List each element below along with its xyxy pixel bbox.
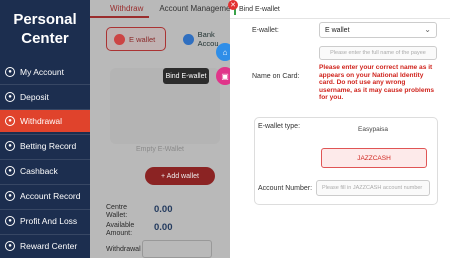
available-amount-label: Available Amount: [106, 222, 134, 238]
bind-ewallet-tooltip: Bind E-wallet [163, 68, 209, 84]
option-easypaisa[interactable]: Easypaisa [358, 126, 388, 133]
divider [0, 84, 90, 85]
divider [230, 18, 450, 19]
profit-loss-icon: ● [5, 216, 15, 226]
balance-label-line1: Centre [106, 204, 128, 211]
sidebar-item-withdrawal[interactable]: ● Withdrawal [0, 110, 90, 132]
bind-ewallet-dialog: Bind E-wallet E-wallet: E wallet ⌄ Name … [230, 0, 450, 258]
centre-wallet-label: Centre Wallet: [106, 204, 127, 220]
tab-bar: Withdraw Account Management [90, 0, 230, 18]
ewallet-button-label: E wallet [129, 34, 156, 44]
withdrawal-amount-input[interactable] [142, 240, 212, 258]
sidebar-item-betting-record[interactable]: ● Betting Record [0, 135, 90, 157]
betting-record-icon: ● [5, 141, 15, 151]
sidebar-title-line1: Personal [13, 11, 77, 28]
balance-label-line2: Wallet: [106, 212, 128, 219]
wallet-icon [114, 33, 125, 45]
ewallet-button[interactable]: E wallet [106, 27, 166, 51]
sidebar-item-label: Betting Record [20, 141, 77, 151]
sidebar: Personal Center ● My Account ● Deposit ●… [0, 0, 90, 258]
sidebar-item-label: Deposit [20, 92, 49, 102]
name-on-card-label: Name on Card: [252, 73, 300, 80]
account-number-input[interactable]: Please fill in JAZZCASH account number [316, 180, 430, 196]
balance-label-line1: Available [106, 222, 135, 229]
empty-wallet-text: Empty E-Wallet [136, 146, 184, 153]
available-amount-value: 0.00 [154, 222, 173, 233]
sidebar-item-label: Reward Center [20, 241, 78, 251]
sidebar-item-label: Withdrawal [20, 116, 63, 126]
sidebar-item-label: My Account [20, 67, 64, 77]
centre-wallet-value: 0.00 [154, 204, 173, 215]
option-jazzcash[interactable]: JAZZCASH [321, 148, 427, 168]
tab-withdraw[interactable]: Withdraw [90, 0, 150, 18]
sidebar-item-deposit[interactable]: ● Deposit [0, 86, 90, 108]
sidebar-item-profit-and-loss[interactable]: ● Profit And Loss [0, 210, 90, 232]
sidebar-item-cashback[interactable]: ● Cashback [0, 160, 90, 182]
sidebar-item-label: Cashback [20, 166, 58, 176]
chevron-down-icon: ⌄ [424, 25, 431, 34]
account-record-icon: ● [5, 191, 15, 201]
user-icon: ● [5, 67, 15, 77]
withdraw-panel: Withdraw Account Management E wallet Ban… [90, 0, 230, 258]
ewallet-select[interactable]: E wallet ⌄ [319, 22, 437, 38]
name-on-card-input[interactable]: Please enter the full name of the payee [319, 46, 437, 60]
sidebar-item-my-account[interactable]: ● My Account [0, 61, 90, 83]
ewallet-select-value: E wallet [325, 26, 350, 34]
sidebar-title-line2: Center [21, 30, 69, 47]
sidebar-item-label: Account Record [20, 191, 81, 201]
withdrawal-amount-label: Withdrawal [106, 246, 141, 253]
reward-icon: ● [5, 241, 15, 251]
sidebar-item-reward-center[interactable]: ● Reward Center [0, 235, 90, 257]
sidebar-title: Personal Center [0, 0, 90, 56]
withdrawal-icon: ● [5, 116, 15, 126]
sidebar-item-label: Profit And Loss [20, 216, 78, 226]
account-number-label: Account Number: [258, 185, 313, 192]
bank-icon [183, 33, 194, 45]
dialog-title: Bind E-wallet [239, 6, 280, 13]
ewallet-type-label: E-wallet type: [258, 123, 301, 130]
cashback-icon: ● [5, 166, 15, 176]
ewallet-field-label: E-wallet: [252, 27, 279, 34]
tab-account-management[interactable]: Account Management [149, 0, 230, 18]
name-warning-text: Please enter your correct name as it app… [319, 64, 435, 102]
add-wallet-button[interactable]: + Add wallet [145, 167, 215, 185]
balance-label-line2: Amount: [106, 230, 133, 237]
close-icon[interactable]: ✕ [228, 0, 238, 10]
deposit-icon: ● [5, 92, 15, 102]
sidebar-item-account-record[interactable]: ● Account Record [0, 185, 90, 207]
